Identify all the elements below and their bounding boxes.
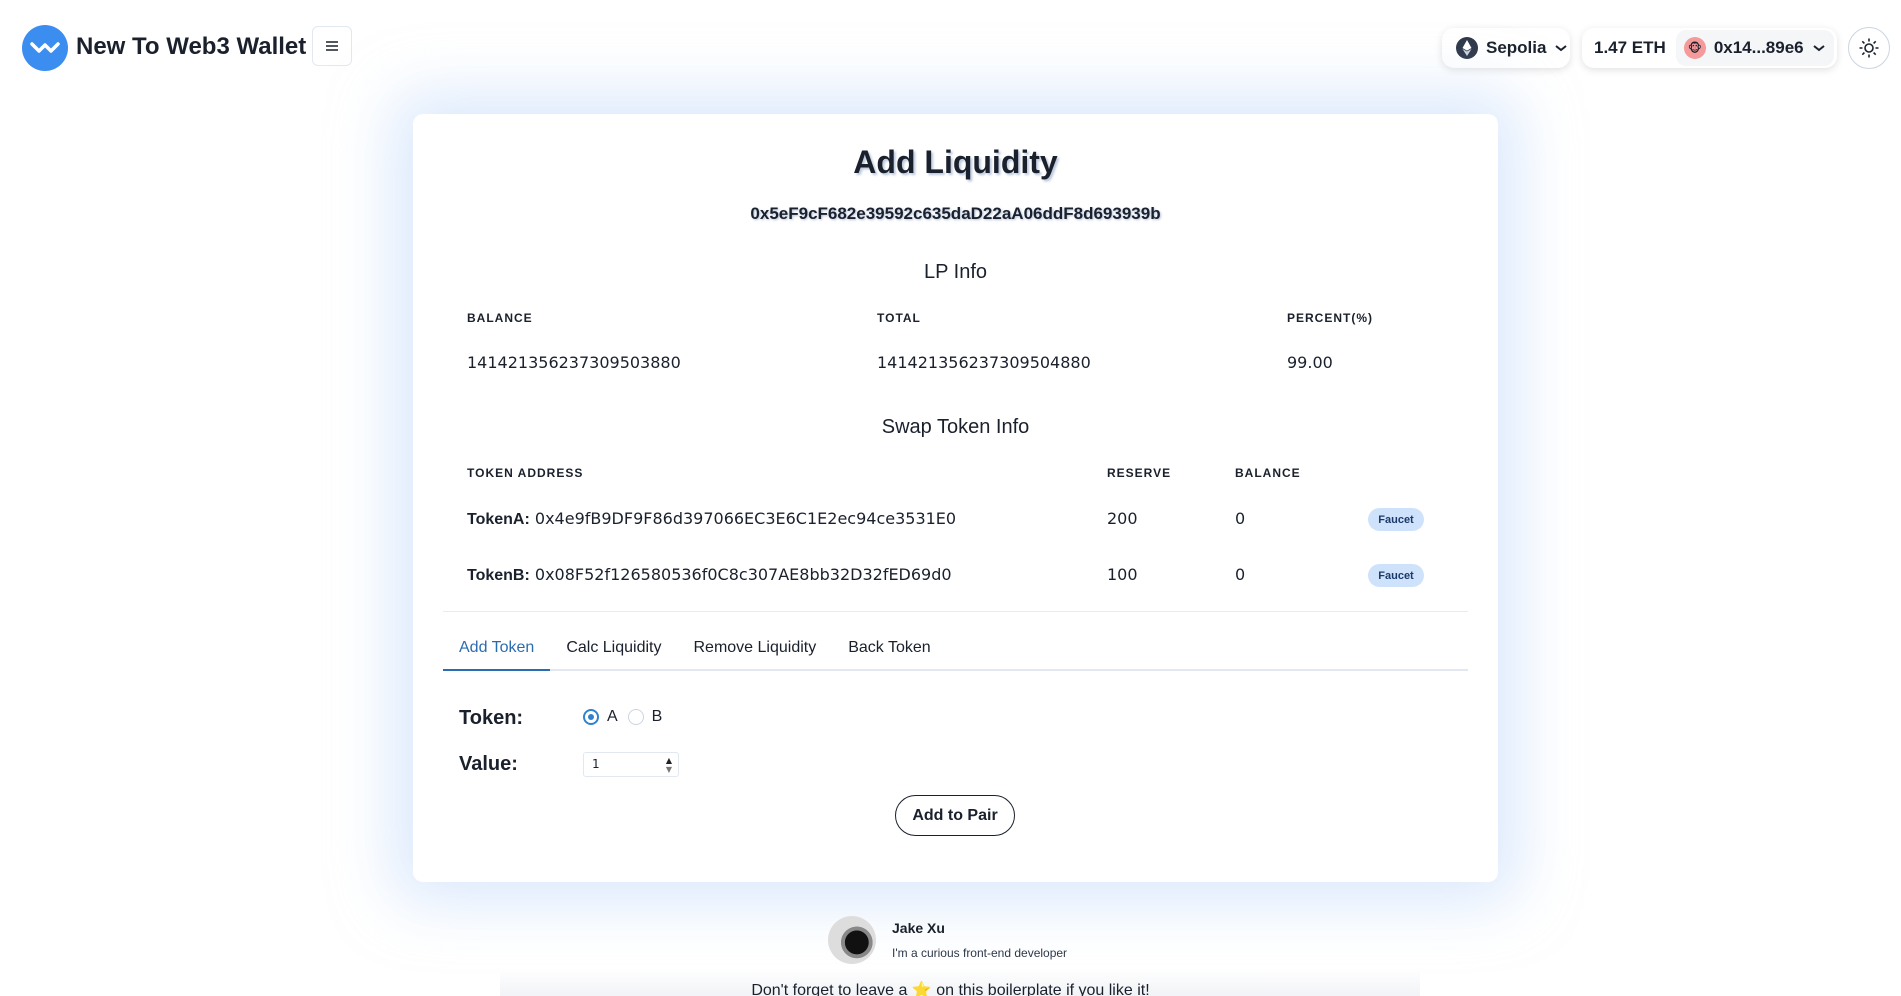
eth-balance: 1.47 ETH — [1594, 38, 1666, 57]
sun-icon — [1859, 38, 1879, 58]
lp-header-balance: BALANCE — [467, 311, 533, 325]
token-b-radio[interactable] — [627, 709, 644, 725]
hamburger-menu-button[interactable] — [312, 26, 352, 66]
token-b-balance: 0 — [1235, 565, 1246, 584]
lp-balance-value: 141421356237309503880 — [467, 353, 681, 372]
page-title: Add Liquidity — [853, 144, 1058, 180]
account-avatar-icon: 🐵 — [1683, 37, 1706, 59]
value-stepper[interactable]: ▲ ▼ — [662, 754, 676, 775]
token-a-address: 0x4e9fB9DF9F86d397066EC3E6C1E2ec94ce3531… — [534, 509, 957, 528]
lp-header-total: TOTAL — [877, 311, 921, 325]
token-b-faucet-button[interactable]: Faucet — [1368, 564, 1424, 587]
add-liquidity-card: Add Liquidity 0x5eF9cF682e39592c635daD22… — [413, 114, 1498, 882]
token-a-row: TokenA: 0x4e9fB9DF9F86d397066EC3E6C1E2ec… — [467, 509, 956, 529]
app-title: New To Web3 Wallet — [76, 33, 307, 60]
lp-percent-value: 99.00 — [1287, 353, 1333, 372]
wallet-logo-icon — [22, 25, 68, 71]
token-a-reserve: 200 — [1107, 509, 1138, 528]
stepper-down-icon[interactable]: ▼ — [666, 765, 672, 774]
lp-total-value: 141421356237309504880 — [877, 353, 1091, 372]
token-field-label: Token: — [459, 707, 524, 729]
swap-info-title: Swap Token Info — [881, 416, 1030, 438]
swap-header-reserve: RESERVE — [1107, 466, 1172, 480]
account-address: 0x14...89e6 — [1713, 38, 1804, 57]
footer-note-before: Don't forget to leave a — [751, 982, 908, 996]
token-a-faucet-button[interactable]: Faucet — [1368, 508, 1424, 531]
tab-add-token[interactable]: Add Token — [443, 632, 551, 671]
token-b-label: TokenB: — [467, 567, 530, 584]
chevron-down-icon — [1555, 45, 1568, 52]
ethereum-icon — [1456, 37, 1478, 59]
account-menu-button[interactable]: 🐵 0x14...89e6 — [1675, 30, 1834, 66]
token-a-radio[interactable] — [583, 709, 599, 725]
token-b-address: 0x08F52f126580536f0C8c307AE8bb32D32fED69… — [534, 565, 952, 584]
token-a-radio-label[interactable]: A — [607, 708, 618, 726]
lp-header-percent: PERCENT(%) — [1287, 311, 1374, 325]
token-b-row: TokenB: 0x08F52f126580536f0C8c307AE8bb32… — [467, 565, 952, 585]
value-input[interactable]: 1 ▲ ▼ — [583, 752, 679, 777]
author-bio: I'm a curious front-end developer — [892, 946, 1068, 960]
tab-back-token[interactable]: Back Token — [832, 632, 946, 671]
top-navbar: New To Web3 Wallet Sepolia 1.47 ETH 🐵 0x… — [0, 0, 1901, 94]
network-name: Sepolia — [1486, 38, 1547, 57]
swap-header-address: TOKEN ADDRESS — [467, 466, 584, 480]
star-icon: ⭐ — [911, 982, 932, 996]
chevron-down-icon — [1813, 45, 1825, 52]
stepper-up-icon[interactable]: ▲ — [666, 756, 672, 765]
token-a-balance: 0 — [1235, 509, 1246, 528]
footer-note: Don't forget to leave a ⭐ on this boiler… — [0, 980, 1901, 996]
author-name: Jake Xu — [892, 920, 945, 936]
account-panel: 1.47 ETH 🐵 0x14...89e6 — [1582, 28, 1837, 68]
divider — [443, 611, 1468, 612]
value-input-text: 1 — [592, 757, 600, 771]
token-b-radio-label[interactable]: B — [652, 708, 663, 726]
add-to-pair-button[interactable]: Add to Pair — [895, 795, 1015, 836]
hamburger-icon — [326, 41, 338, 51]
value-field-label: Value: — [459, 753, 518, 775]
network-selector-button[interactable]: Sepolia — [1442, 28, 1570, 68]
tab-calc-liquidity[interactable]: Calc Liquidity — [550, 632, 677, 671]
pair-address: 0x5eF9cF682e39592c635daD22aA06ddF8d69393… — [750, 204, 1161, 223]
tab-remove-liquidity[interactable]: Remove Liquidity — [677, 632, 832, 671]
liquidity-tabs: Add Token Calc Liquidity Remove Liquidit… — [443, 632, 1468, 671]
author-avatar — [828, 916, 876, 964]
swap-header-balance: BALANCE — [1235, 466, 1301, 480]
theme-toggle-button[interactable] — [1848, 27, 1890, 69]
footer-note-after: on this boilerplate if you like it! — [936, 982, 1150, 996]
token-a-label: TokenA: — [467, 511, 530, 528]
lp-info-title: LP Info — [923, 261, 988, 283]
token-radio-group: A B — [583, 708, 672, 726]
token-b-reserve: 100 — [1107, 565, 1138, 584]
